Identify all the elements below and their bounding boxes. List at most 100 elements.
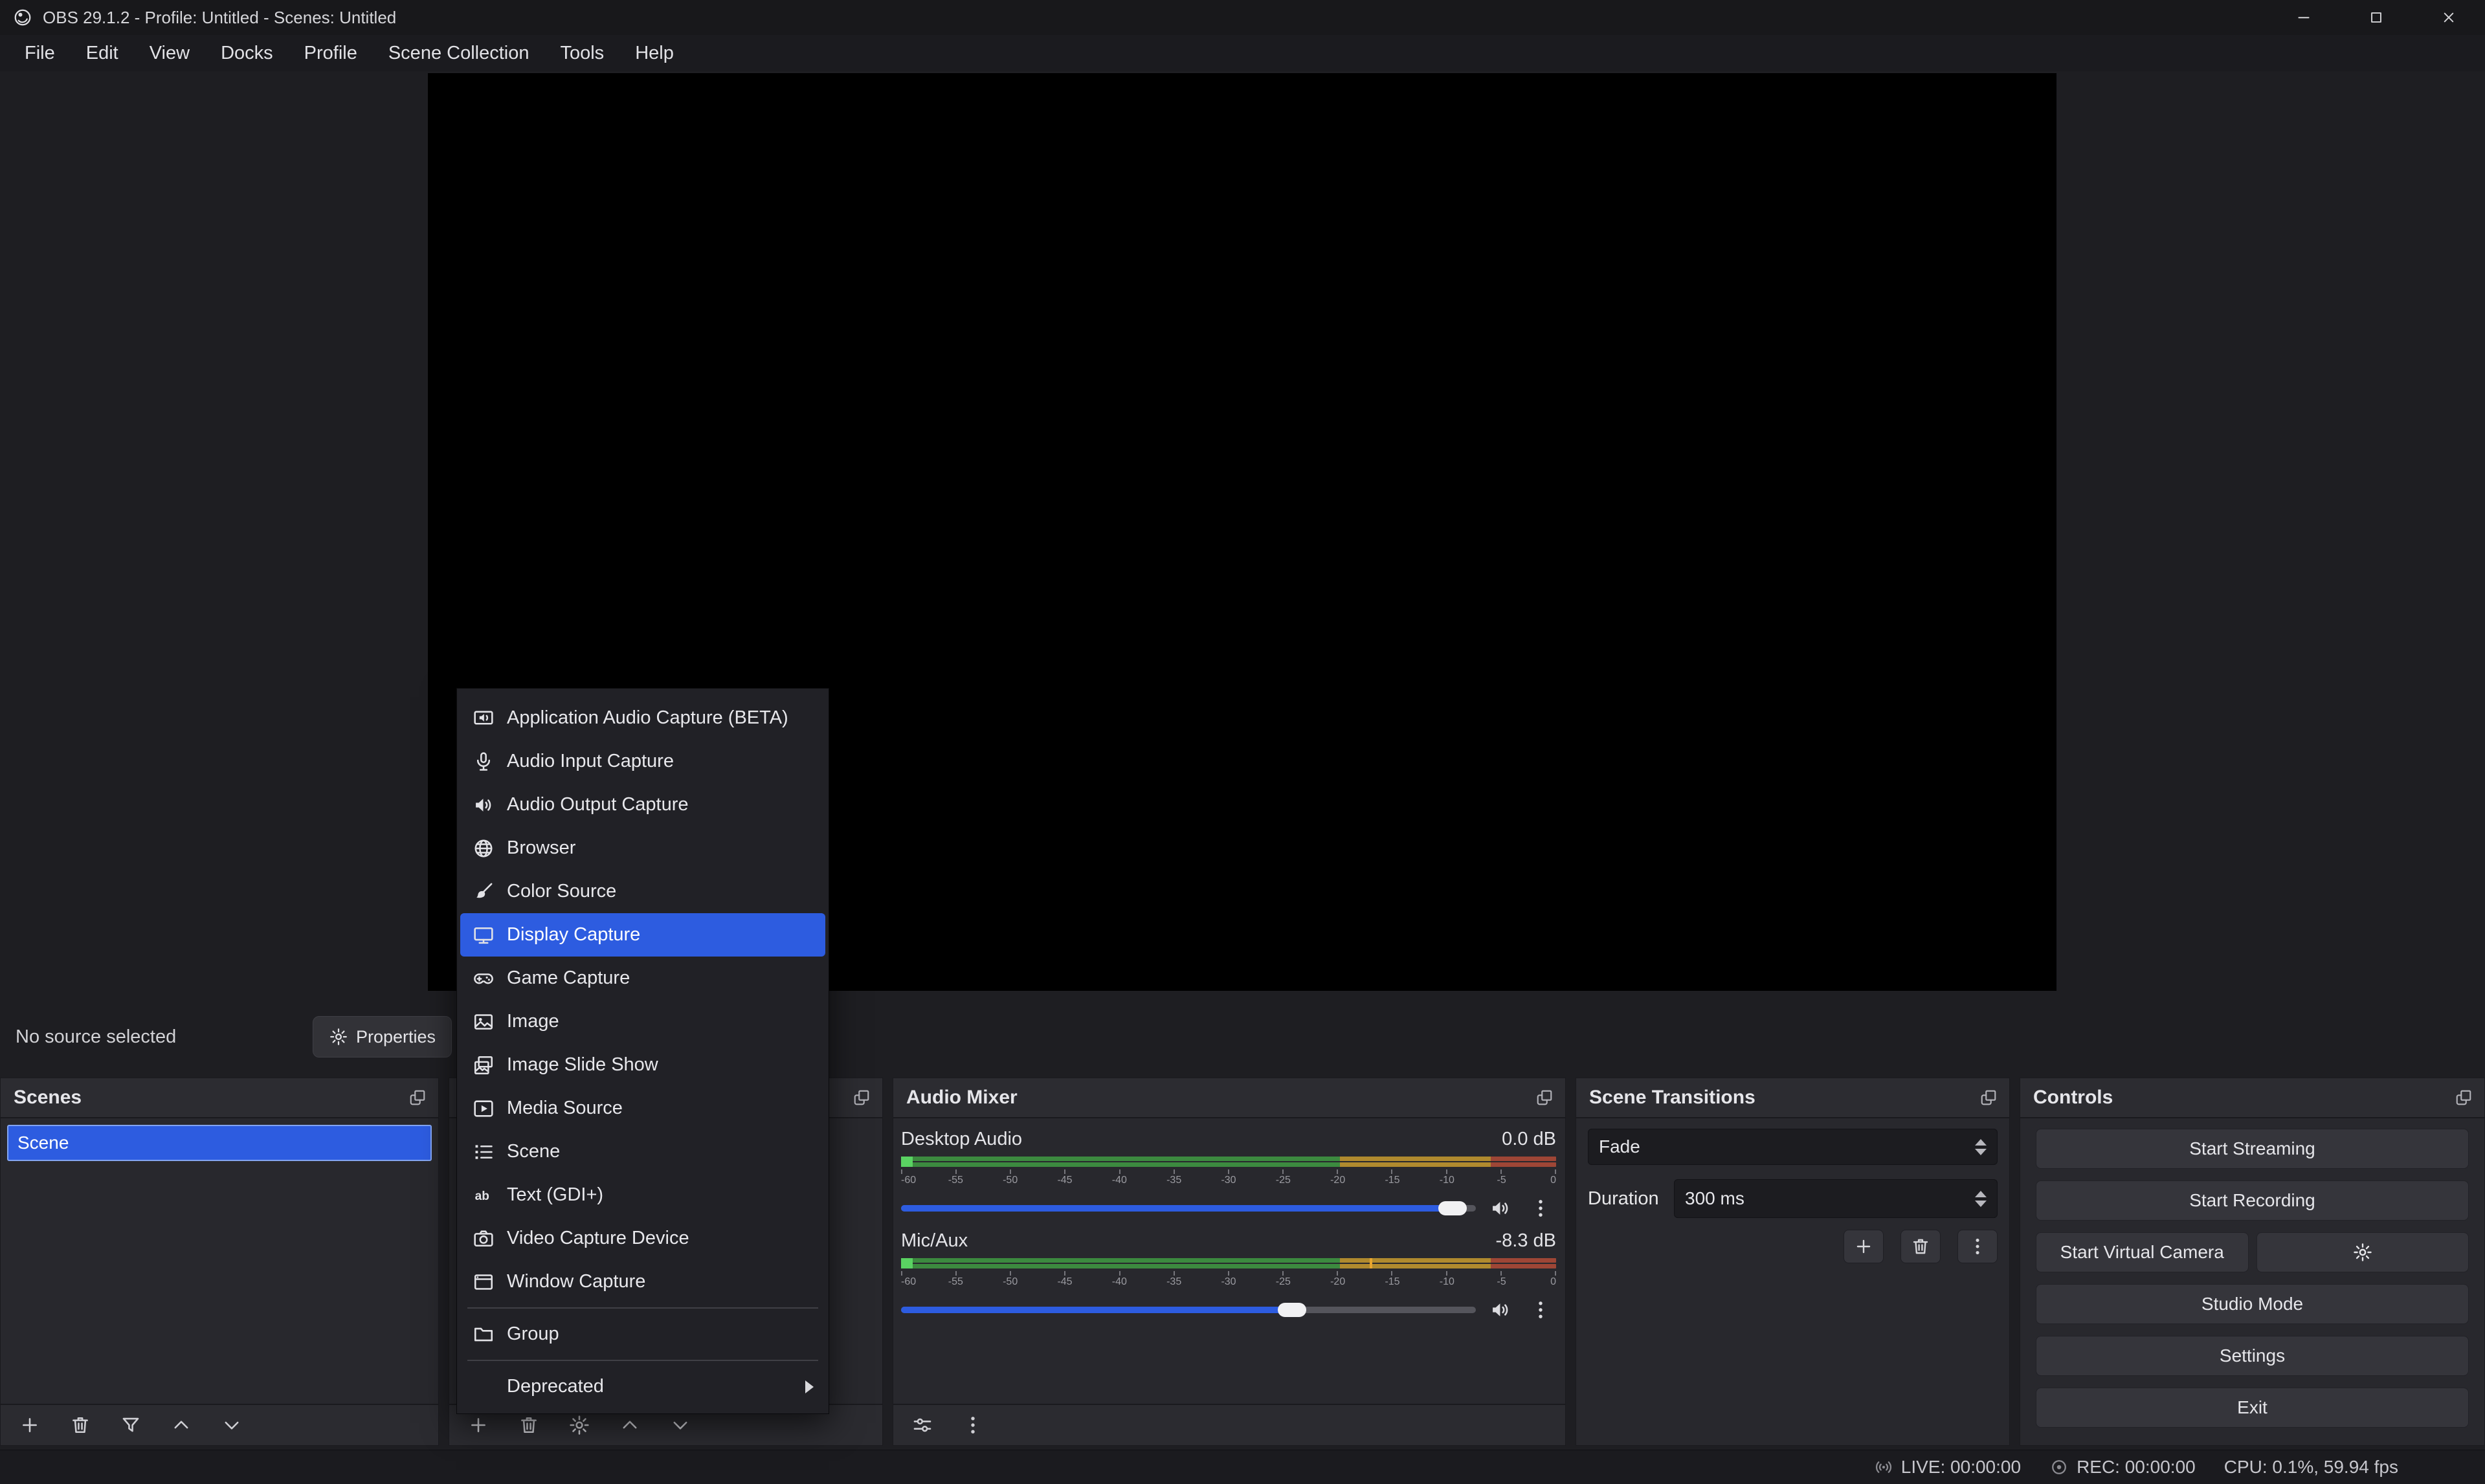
spinner-down-icon[interactable] [1975,1149,1987,1155]
scene-icon [471,1139,496,1165]
mute-button[interactable] [1485,1296,1516,1324]
close-button[interactable] [2413,0,2485,35]
menu-item-audio-output-capture[interactable]: Audio Output Capture [460,783,825,826]
db-label: -60 [901,1276,916,1288]
display-icon [471,922,496,948]
move-up-button[interactable] [160,1405,203,1445]
combo-arrows-icon[interactable] [1971,1139,1990,1155]
db-tick [1446,1271,1447,1276]
add-button[interactable] [1844,1230,1884,1263]
brush-icon [471,879,496,905]
menu-item-image-slide-show[interactable]: Image Slide Show [460,1043,825,1087]
remove-icon [1910,1236,1931,1257]
db-label: -10 [1440,1175,1454,1186]
popout-icon[interactable] [408,1089,427,1107]
spinner-down-icon[interactable] [1975,1201,1987,1207]
volume-slider-fill [901,1205,1453,1212]
add-button[interactable] [8,1405,51,1445]
menu-docks[interactable]: Docks [205,35,289,71]
volume-slider[interactable] [901,1307,1476,1313]
menu-item-group[interactable]: Group [460,1312,825,1356]
meter-bar [901,1258,1556,1263]
move-down-icon [221,1414,243,1436]
menu-edit[interactable]: Edit [71,35,134,71]
status-bar: LIVE: 00:00:00 REC: 00:00:00 CPU: 0.1%, … [0,1450,2485,1484]
popout-icon[interactable] [2455,1089,2473,1107]
db-tick [1282,1271,1284,1276]
db-tick [1391,1169,1392,1174]
menu-item-game-capture[interactable]: Game Capture [460,957,825,1000]
menu-scene-collection[interactable]: Scene Collection [373,35,545,71]
start-virtual-camera-button[interactable]: Start Virtual Camera [2036,1232,2249,1272]
exit-button[interactable]: Exit [2036,1388,2469,1428]
start-streaming-button[interactable]: Start Streaming [2036,1129,2469,1169]
menu-item-application-audio-capture-beta[interactable]: Application Audio Capture (BETA) [460,696,825,740]
db-tick [1228,1169,1229,1174]
db-scale-ticks [901,1271,1556,1276]
svg-text:ab: ab [475,1189,489,1202]
minimize-button[interactable] [2268,0,2340,35]
transition-value: Fade [1599,1136,1640,1157]
menu-item-label: Game Capture [507,968,630,989]
more-button[interactable] [952,1405,994,1445]
channel-options-button[interactable] [1525,1194,1556,1223]
menu-tools[interactable]: Tools [544,35,619,71]
spinner-up-icon[interactable] [1975,1139,1987,1146]
menu-item-scene[interactable]: Scene [460,1130,825,1173]
audio-settings-button[interactable] [901,1405,944,1445]
popout-icon[interactable] [1535,1089,1554,1107]
menu-item-display-capture[interactable]: Display Capture [460,913,825,957]
start-recording-button[interactable]: Start Recording [2036,1180,2469,1221]
live-status-text: LIVE: 00:00:00 [1901,1457,2021,1478]
db-tick [1500,1271,1502,1276]
controls-dock-header: Controls [2020,1078,2484,1118]
menu-item-browser[interactable]: Browser [460,826,825,870]
remove-button[interactable] [1900,1230,1941,1263]
scene-item[interactable]: Scene [7,1125,432,1161]
menu-item-label: Text (GDI+) [507,1184,603,1206]
menu-help[interactable]: Help [619,35,689,71]
menu-profile[interactable]: Profile [289,35,373,71]
camera-icon [471,1226,496,1252]
more-button[interactable] [1957,1230,1998,1263]
settings-button[interactable]: Settings [2036,1336,2469,1376]
menu-item-label: Audio Output Capture [507,794,689,815]
gear-icon [329,1027,348,1047]
close-icon [2440,9,2457,26]
channel-options-button[interactable] [1525,1296,1556,1324]
volume-slider[interactable] [901,1205,1476,1212]
menu-item-image[interactable]: Image [460,1000,825,1043]
menu-item-video-capture-device[interactable]: Video Capture Device [460,1217,825,1260]
move-down-button[interactable] [210,1405,253,1445]
menu-item-audio-input-capture[interactable]: Audio Input Capture [460,740,825,783]
volume-slider-handle[interactable] [1278,1303,1306,1317]
studio-mode-button[interactable]: Studio Mode [2036,1284,2469,1324]
db-tick [1174,1169,1175,1174]
volume-slider-handle[interactable] [1438,1201,1467,1215]
properties-button[interactable]: Properties [313,1016,452,1058]
spinner-up-icon[interactable] [1975,1191,1987,1197]
menu-item-color-source[interactable]: Color Source [460,870,825,913]
menu-item-deprecated[interactable]: Deprecated [460,1365,825,1408]
popout-icon[interactable] [1979,1089,1998,1107]
menu-item-text-gdi[interactable]: ab Text (GDI+) [460,1173,825,1217]
maximize-button[interactable] [2340,0,2413,35]
mute-button[interactable] [1485,1194,1516,1223]
menu-item-label: Image [507,1011,559,1032]
db-label: -50 [1003,1175,1018,1186]
menu-view[interactable]: View [134,35,205,71]
duration-input[interactable]: 300 ms [1674,1179,1998,1218]
controls-dock: Controls Start Streaming Start Recording S… [2020,1078,2485,1446]
filters-button[interactable] [109,1405,152,1445]
gear-icon [2352,1242,2373,1263]
blank-icon [471,1374,496,1400]
spinbox-arrows-icon[interactable] [1971,1191,1990,1207]
menu-file[interactable]: File [9,35,71,71]
transition-select[interactable]: Fade [1588,1129,1998,1165]
menu-item-media-source[interactable]: Media Source [460,1087,825,1130]
menu-item-window-capture[interactable]: Window Capture [460,1260,825,1303]
remove-button[interactable] [59,1405,102,1445]
virtual-camera-settings-button[interactable] [2257,1232,2469,1272]
popout-icon[interactable] [852,1089,871,1107]
menu-item-label: Video Capture Device [507,1228,689,1249]
